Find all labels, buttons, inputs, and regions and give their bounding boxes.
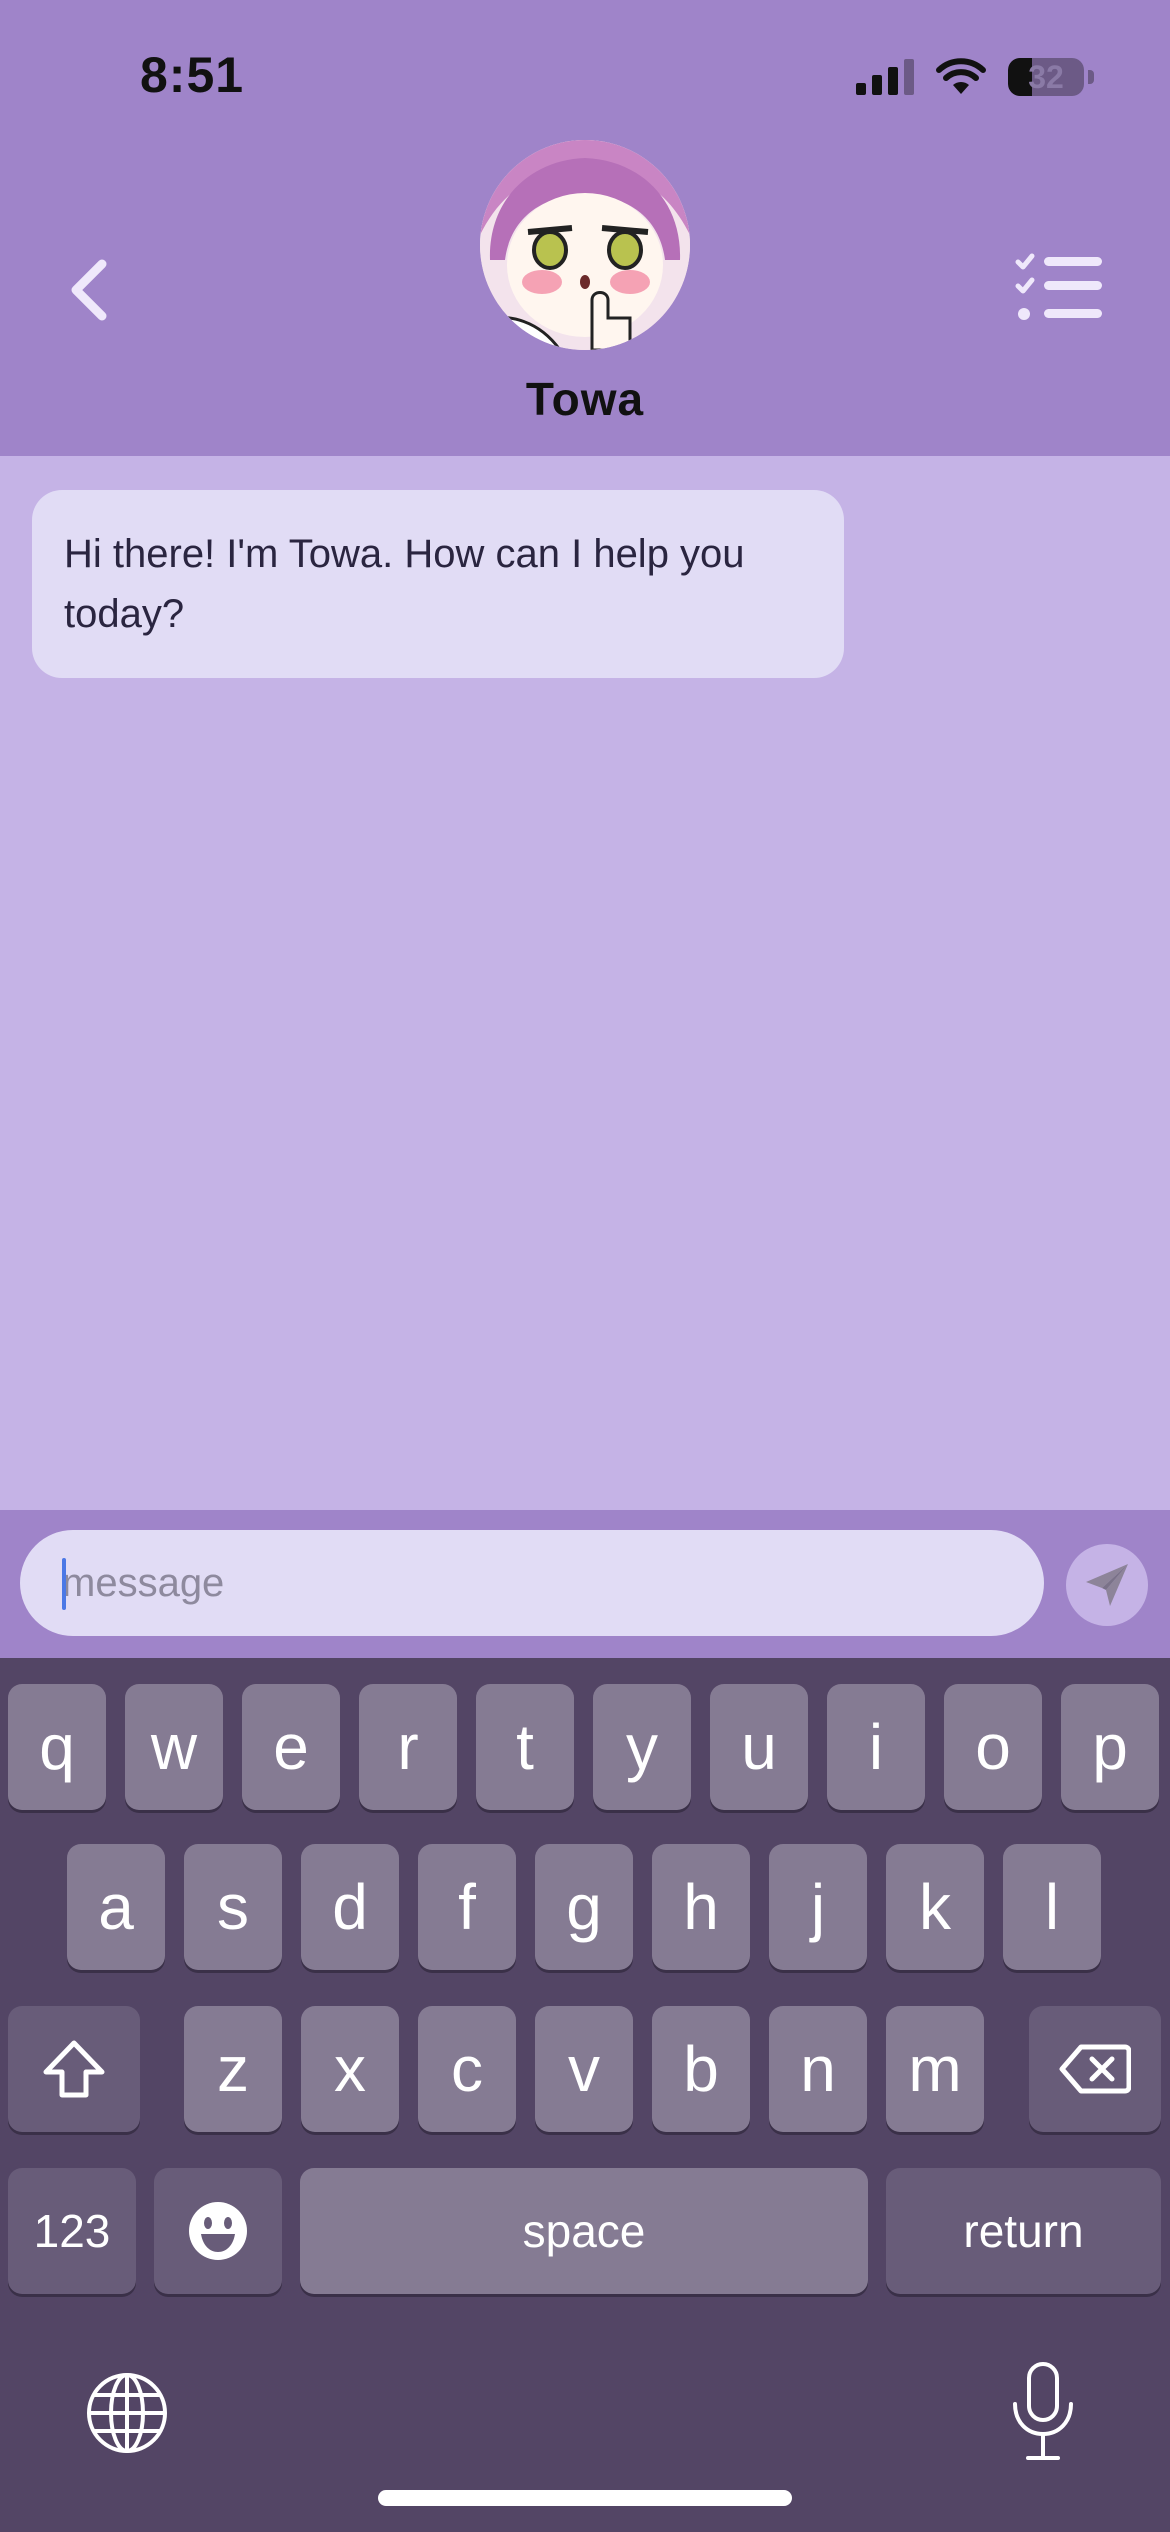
status-icons: 32 xyxy=(856,52,1094,102)
key-b[interactable]: b xyxy=(652,2006,750,2132)
chevron-left-icon xyxy=(71,259,107,321)
text-cursor xyxy=(62,1558,66,1610)
message-bubble: Hi there! I'm Towa. How can I help you t… xyxy=(32,490,844,678)
contact-name: Towa xyxy=(525,373,645,425)
space-key[interactable]: space xyxy=(300,2168,868,2294)
key-z[interactable]: z xyxy=(184,2006,282,2132)
key-p[interactable]: p xyxy=(1061,1684,1159,1810)
key-x[interactable]: x xyxy=(301,2006,399,2132)
send-button[interactable] xyxy=(1066,1544,1148,1626)
key-q[interactable]: q xyxy=(8,1684,106,1810)
key-d[interactable]: d xyxy=(301,1844,399,1970)
key-r[interactable]: r xyxy=(359,1684,457,1810)
backspace-icon xyxy=(1059,2044,1131,2094)
shift-key[interactable] xyxy=(8,2006,140,2132)
key-y[interactable]: y xyxy=(593,1684,691,1810)
key-k[interactable]: k xyxy=(886,1844,984,1970)
cellular-signal-icon xyxy=(856,59,914,95)
return-key[interactable]: return xyxy=(886,2168,1161,2294)
key-n[interactable]: n xyxy=(769,2006,867,2132)
key-s[interactable]: s xyxy=(184,1844,282,1970)
key-v[interactable]: v xyxy=(535,2006,633,2132)
key-c[interactable]: c xyxy=(418,2006,516,2132)
key-u[interactable]: u xyxy=(710,1684,808,1810)
battery-icon: 32 xyxy=(1008,58,1084,96)
microphone-icon xyxy=(1013,2362,1073,2460)
battery-level: 32 xyxy=(1028,59,1064,95)
back-button[interactable] xyxy=(62,250,122,330)
key-t[interactable]: t xyxy=(476,1684,574,1810)
chat-header: 8:51 32 Towa xyxy=(0,0,1170,456)
smiley-icon xyxy=(189,2202,247,2260)
chat-area[interactable]: Hi there! I'm Towa. How can I help you t… xyxy=(0,456,1170,1510)
key-i[interactable]: i xyxy=(827,1684,925,1810)
numbers-key[interactable]: 123 xyxy=(8,2168,136,2294)
checklist-icon xyxy=(1015,253,1102,320)
key-m[interactable]: m xyxy=(886,2006,984,2132)
delete-key[interactable] xyxy=(1029,2006,1161,2132)
message-composer xyxy=(0,1510,1170,1658)
shift-arrow-icon xyxy=(43,2040,105,2098)
battery-cap xyxy=(1088,70,1094,84)
key-l[interactable]: l xyxy=(1003,1844,1101,1970)
globe-button[interactable] xyxy=(82,2368,172,2458)
contact-avatar[interactable] xyxy=(480,140,690,350)
checklist-button[interactable] xyxy=(1014,252,1104,324)
message-input[interactable] xyxy=(20,1530,1044,1636)
key-f[interactable]: f xyxy=(418,1844,516,1970)
emoji-key[interactable] xyxy=(154,2168,282,2294)
key-a[interactable]: a xyxy=(67,1844,165,1970)
key-h[interactable]: h xyxy=(652,1844,750,1970)
key-w[interactable]: w xyxy=(125,1684,223,1810)
status-time: 8:51 xyxy=(140,47,245,103)
key-e[interactable]: e xyxy=(242,1684,340,1810)
key-j[interactable]: j xyxy=(769,1844,867,1970)
key-o[interactable]: o xyxy=(944,1684,1042,1810)
on-screen-keyboard: qwertyuiop asdfghjkl zxcvbnm 123 space r… xyxy=(0,1658,1170,2532)
key-g[interactable]: g xyxy=(535,1844,633,1970)
avatar-illustration xyxy=(480,140,690,350)
dictation-button[interactable] xyxy=(1000,2360,1086,2464)
wifi-icon xyxy=(936,58,986,94)
paper-plane-icon xyxy=(1086,1564,1128,1606)
globe-icon xyxy=(87,2373,167,2453)
home-indicator[interactable] xyxy=(378,2490,792,2506)
